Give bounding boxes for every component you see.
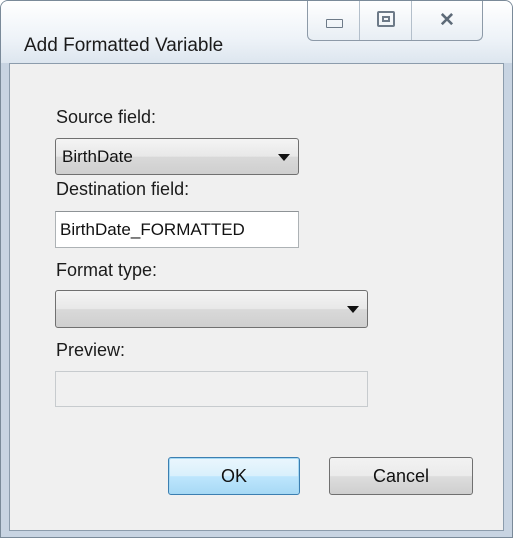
dropdown-arrow-icon bbox=[347, 306, 359, 313]
dropdown-arrow-icon bbox=[278, 154, 290, 161]
maximize-button[interactable] bbox=[360, 1, 412, 40]
dialog-content: Source field: BirthDate Destination fiel… bbox=[9, 63, 504, 531]
cancel-button[interactable]: Cancel bbox=[329, 457, 473, 495]
destination-field-label: Destination field: bbox=[56, 179, 190, 199]
source-field-dropdown[interactable]: BirthDate bbox=[55, 138, 299, 175]
minimize-icon bbox=[326, 19, 343, 28]
preview-label: Preview: bbox=[56, 340, 126, 360]
destination-field-input[interactable] bbox=[55, 211, 299, 248]
destination-field-text[interactable] bbox=[56, 212, 298, 247]
source-field-label: Source field: bbox=[56, 107, 157, 127]
format-type-dropdown[interactable] bbox=[55, 290, 368, 328]
window-title: Add Formatted Variable bbox=[24, 35, 224, 56]
title-bar[interactable]: Add Formatted Variable ✕ bbox=[1, 1, 512, 63]
preview-text bbox=[56, 372, 367, 406]
maximize-icon bbox=[377, 11, 395, 27]
dialog-window: Add Formatted Variable ✕ Source field: B… bbox=[0, 0, 513, 538]
caption-buttons: ✕ bbox=[307, 1, 483, 41]
ok-button[interactable]: OK bbox=[168, 457, 300, 495]
close-icon: ✕ bbox=[439, 10, 455, 31]
minimize-button[interactable] bbox=[308, 1, 360, 40]
preview-field bbox=[55, 371, 368, 407]
close-button[interactable]: ✕ bbox=[412, 1, 482, 40]
source-field-value: BirthDate bbox=[62, 147, 133, 166]
format-type-label: Format type: bbox=[56, 260, 158, 280]
